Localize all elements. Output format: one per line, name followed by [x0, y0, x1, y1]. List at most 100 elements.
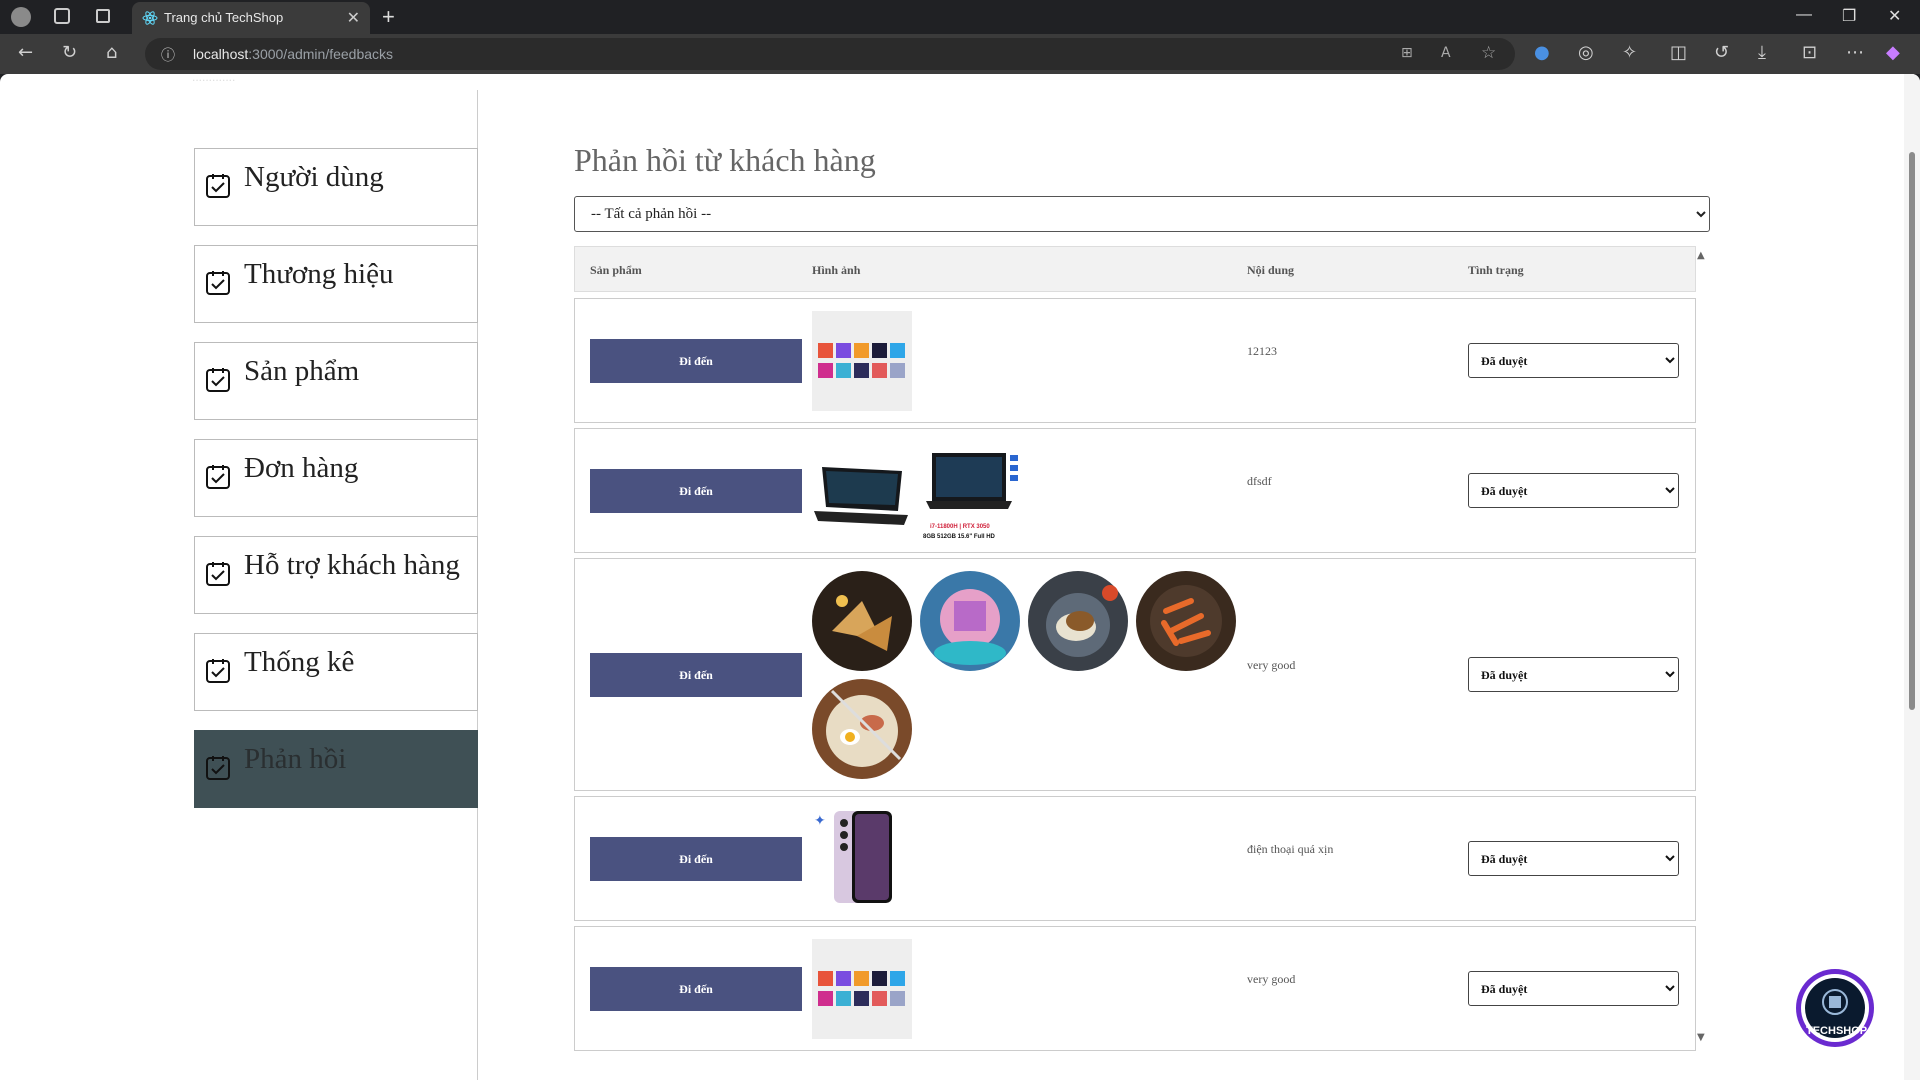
url-path: :3000/admin/feedbacks — [248, 46, 394, 62]
go-to-product-button[interactable]: Đi đến — [590, 339, 802, 383]
close-window-icon[interactable]: ✕ — [1888, 6, 1901, 26]
sidebar-item-label: Hỗ trợ khách hàng — [244, 549, 460, 581]
status-select[interactable]: Đã duyệt — [1468, 971, 1679, 1006]
workspaces-icon[interactable] — [54, 8, 70, 24]
extensions-puzzle-icon[interactable]: ✧ — [1622, 42, 1637, 63]
tab-title: Trang chủ TechShop — [164, 10, 284, 25]
table-row: Đi đến 12123 Đã duyệt — [574, 298, 1696, 423]
browser-toolbar: ← ↻ ⌂ ⓘ localhost:3000/admin/feedbacks ⊞… — [0, 34, 1920, 74]
profile-avatar[interactable] — [11, 7, 31, 27]
table-scroll-up-icon[interactable]: ▲ — [1697, 250, 1705, 261]
checkbox-icon — [206, 174, 230, 198]
table-scroll-down-icon[interactable]: ▼ — [1697, 1032, 1705, 1043]
laptop-image — [812, 441, 912, 541]
feedback-content: dfsdf — [1247, 474, 1272, 488]
extension-blue-icon[interactable]: ● — [1534, 42, 1550, 63]
feedback-content: điện thoại quá xịn — [1247, 842, 1334, 856]
column-header-content: Nội dung — [1247, 263, 1295, 277]
phone-image: ✦ — [812, 809, 912, 909]
svg-text:✦: ✦ — [814, 813, 826, 829]
faded-top-text: ............. — [192, 74, 236, 84]
restore-icon[interactable]: ❐ — [1842, 6, 1856, 26]
page-scrollbar[interactable] — [1904, 74, 1920, 1080]
table-row: Đi đến i7-11800H | RTX 3050 8GB 512GB 15… — [574, 428, 1696, 553]
sidebar-item-label: Phản hồi — [244, 743, 347, 775]
refresh-icon[interactable]: ↻ — [62, 42, 77, 63]
laptop-spec-line2: 8GB 512GB 15.6" Full HD — [923, 534, 995, 540]
new-tab-icon[interactable]: + — [382, 4, 395, 30]
food-sandwich-image — [812, 571, 912, 671]
home-icon[interactable]: ⌂ — [106, 42, 117, 63]
checkbox-icon — [206, 562, 230, 586]
info-icon[interactable]: ⓘ — [161, 45, 175, 65]
extension-circle-icon[interactable]: ◎ — [1578, 42, 1594, 63]
food-cake-image — [920, 571, 1020, 671]
feedback-filter-select[interactable]: -- Tất cả phản hồi -- — [574, 196, 1710, 232]
more-menu-icon[interactable]: ⋯ — [1846, 42, 1864, 63]
sidebar-item[interactable]: Sản phẩm — [194, 342, 478, 420]
status-select[interactable]: Đã duyệt — [1468, 657, 1679, 692]
feedback-content: very good — [1247, 658, 1296, 672]
food-ramen-image — [812, 679, 912, 779]
sidebar-item-label: Người dùng — [244, 161, 384, 193]
sidebar-item[interactable]: Hỗ trợ khách hàng — [194, 536, 478, 614]
downloads-icon[interactable]: ⤓ — [1758, 42, 1766, 63]
address-bar[interactable]: ⓘ localhost:3000/admin/feedbacks ⊞ A ☆ — [145, 38, 1515, 70]
tab-active[interactable]: Trang chủ TechShop ✕ — [132, 2, 370, 34]
gradient-grid-image — [812, 939, 912, 1039]
browser-titlebar: Trang chủ TechShop ✕ + — ❐ ✕ — [0, 0, 1920, 34]
sidebar-item-label: Thống kê — [244, 646, 355, 678]
back-icon[interactable]: ← — [18, 42, 33, 63]
page-title: Phản hồi từ khách hàng — [574, 142, 876, 178]
copilot-icon[interactable]: ◆ — [1886, 42, 1900, 63]
column-header-image: Hình ảnh — [812, 263, 861, 277]
tab-actions-icon[interactable] — [96, 9, 110, 23]
url-text: localhost:3000/admin/feedbacks — [193, 46, 393, 62]
sidebar-item-label: Đơn hàng — [244, 452, 359, 484]
app-available-icon[interactable]: ⊞ — [1401, 45, 1413, 61]
status-select[interactable]: Đã duyệt — [1468, 343, 1679, 378]
go-to-product-button[interactable]: Đi đến — [590, 469, 802, 513]
tab-close-icon[interactable]: ✕ — [347, 8, 360, 28]
url-host: localhost — [193, 46, 249, 62]
checkbox-icon — [206, 271, 230, 295]
screenshot-icon[interactable]: ⊡ — [1802, 42, 1817, 63]
checkbox-icon — [206, 465, 230, 489]
page-viewport: ............. Người dùng Thương hiệu Sản p… — [0, 74, 1920, 1080]
split-screen-icon[interactable]: ◫ — [1670, 42, 1687, 63]
read-aloud-icon[interactable]: A — [1441, 45, 1451, 61]
history-icon[interactable]: ↺ — [1714, 42, 1729, 63]
checkbox-icon — [206, 368, 230, 392]
gradient-grid-image — [812, 311, 912, 411]
go-to-product-button[interactable]: Đi đến — [590, 653, 802, 697]
sidebar-item[interactable]: Thương hiệu — [194, 245, 478, 323]
status-select[interactable]: Đã duyệt — [1468, 841, 1679, 876]
admin-sidebar: Người dùng Thương hiệu Sản phẩm Đơn hàng Hỗ … — [0, 90, 478, 1080]
feedback-table: Sản phẩm Hình ảnh Nội dung Tình trạng Đi… — [574, 246, 1696, 1051]
sidebar-item[interactable]: Đơn hàng — [194, 439, 478, 517]
sidebar-item-label: Thương hiệu — [244, 258, 394, 290]
feedback-content: 12123 — [1247, 344, 1277, 358]
minimize-icon[interactable]: — — [1796, 6, 1812, 24]
laptop-spec-line1: i7-11800H | RTX 3050 — [930, 524, 990, 530]
sidebar-item-label: Sản phẩm — [244, 355, 360, 387]
react-icon — [142, 11, 158, 25]
page-scroll-thumb[interactable] — [1909, 152, 1915, 710]
checkbox-icon — [206, 756, 230, 780]
sidebar-item[interactable]: Phản hồi — [194, 730, 478, 808]
status-select[interactable]: Đã duyệt — [1468, 473, 1679, 508]
go-to-product-button[interactable]: Đi đến — [590, 837, 802, 881]
favorite-star-icon[interactable]: ☆ — [1481, 43, 1496, 63]
logo-text: TECHSHOP — [1806, 1025, 1868, 1037]
sidebar-item[interactable]: Người dùng — [194, 148, 478, 226]
go-to-product-button[interactable]: Đi đến — [590, 967, 802, 1011]
table-row: Đi đến ✦ điện thoại quá xịn Đã duyệt — [574, 796, 1696, 921]
column-header-status: Tình trạng — [1468, 263, 1524, 277]
food-rice-image — [1028, 571, 1128, 671]
table-row: Đi đến very good Đã duyệt — [574, 926, 1696, 1051]
food-pasta-image — [1136, 571, 1236, 671]
table-header: Sản phẩm Hình ảnh Nội dung Tình trạng — [574, 246, 1696, 292]
sidebar-item[interactable]: Thống kê — [194, 633, 478, 711]
table-row: Đi đến very good Đã duyệt — [574, 558, 1696, 791]
checkbox-icon — [206, 659, 230, 683]
